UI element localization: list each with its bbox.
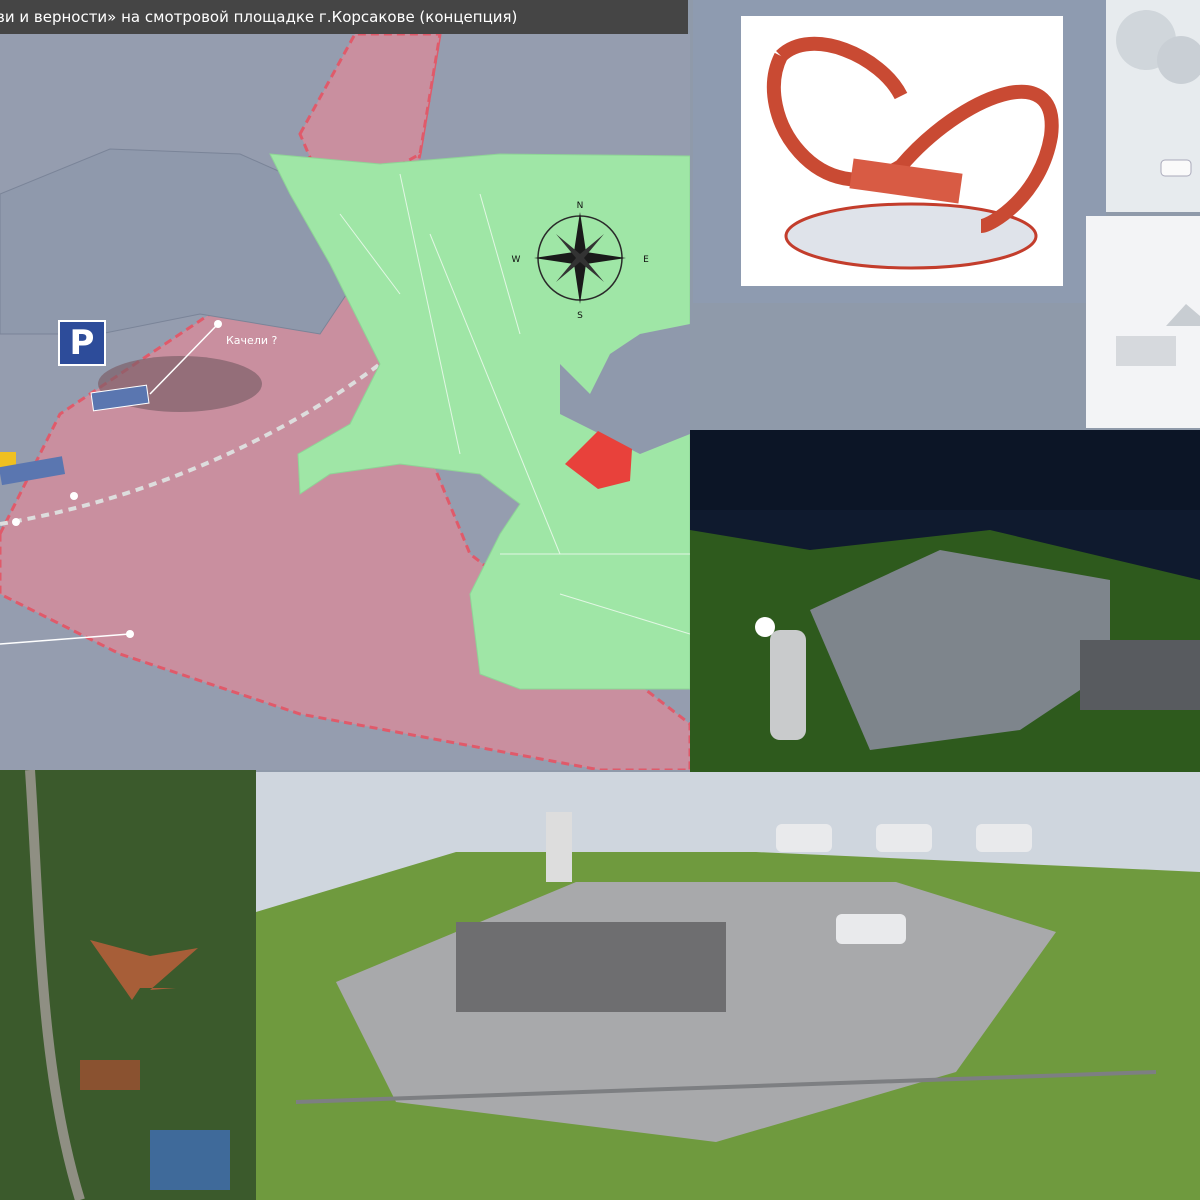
heart-arch-top xyxy=(776,36,908,100)
render-thumbnail-2 xyxy=(1086,216,1200,428)
compass-e: E xyxy=(643,255,649,265)
page-title-text: ви и верности» на смотровой площадке г.К… xyxy=(0,8,518,26)
day-view-render xyxy=(256,772,1200,1200)
site-plan-svg: N S E W xyxy=(0,34,690,770)
lighthouse-day xyxy=(546,812,572,882)
compass-w: W xyxy=(512,255,521,265)
marker-4 xyxy=(12,518,20,526)
heart-swing-render xyxy=(741,16,1063,286)
heart-swing-svg xyxy=(766,36,1059,270)
aerial-photo xyxy=(0,770,256,1200)
lighthouse xyxy=(770,630,806,740)
marker-3 xyxy=(70,492,78,500)
compass-s: S xyxy=(577,311,583,321)
marker-2 xyxy=(126,630,134,638)
page-title: ви и верности» на смотровой площадке г.К… xyxy=(0,0,688,34)
swing-marker xyxy=(214,320,222,328)
heart-arch xyxy=(766,52,1059,233)
parking-sign: P xyxy=(58,320,106,366)
site-plan-map: N S E W P Качели ? xyxy=(0,34,690,770)
swing-label: Качели ? xyxy=(226,334,278,347)
compass-n: N xyxy=(577,201,584,211)
night-view-render xyxy=(690,430,1200,774)
render-thumbnail-1 xyxy=(1106,0,1200,212)
